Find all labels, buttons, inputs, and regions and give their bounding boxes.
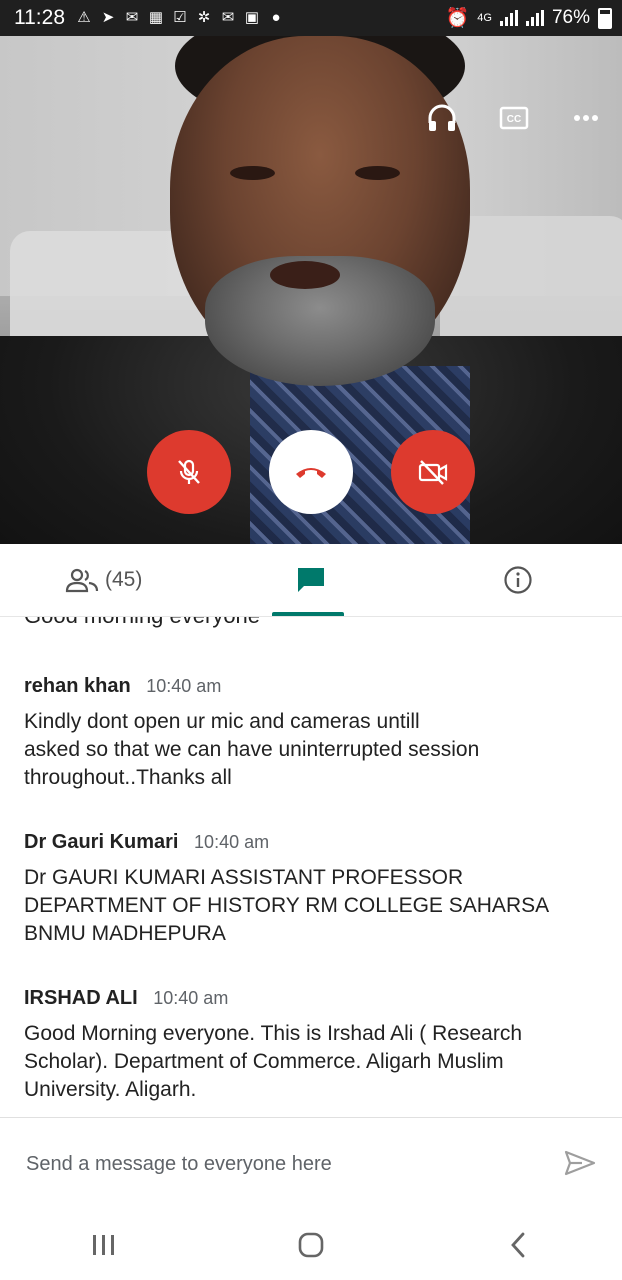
chat-message: IRSHAD ALI 10:40 am Good Morning everyon… <box>24 987 604 1104</box>
send-icon <box>564 1150 596 1176</box>
message-text: Good Morning everyone. This is Irshad Al… <box>24 1022 523 1101</box>
message-time: 10:40 am <box>153 988 229 1008</box>
headphones-icon[interactable] <box>406 98 478 138</box>
status-bar: 11:28 ⚠ ➤ ✉ ▦ ☑ ✲ ✉ ▣ ● ⏰ 4G 76% <box>0 0 622 36</box>
captions-icon[interactable]: CC <box>478 98 550 138</box>
more-icon[interactable] <box>550 98 622 138</box>
mute-mic-button[interactable] <box>147 430 231 514</box>
people-count: (45) <box>104 568 143 591</box>
chat-message: rehan khan 10:40 am Kindly dont open ur … <box>24 675 604 792</box>
chat-list[interactable]: Good morning everyone rehan khan 10:40 a… <box>0 617 622 1117</box>
message-text: Dr GAURI KUMARI ASSISTANT PROFESSOR DEPA… <box>24 866 550 945</box>
signal-icon-2 <box>525 10 544 26</box>
meeting-tabs: (45) <box>0 544 622 617</box>
message-sender: Dr Gauri Kumari <box>24 831 179 853</box>
camera-off-icon <box>418 460 448 485</box>
mail-icon: ✉ <box>221 9 235 26</box>
message-sender: IRSHAD ALI <box>24 987 138 1009</box>
tab-chat[interactable] <box>207 544 414 616</box>
svg-text:CC: CC <box>507 114 521 125</box>
alarm-icon: ⏰ <box>445 8 470 29</box>
message-text: Kindly dont open ur mic and cameras unti… <box>24 710 480 789</box>
home-button[interactable] <box>281 1220 341 1270</box>
chat-icon <box>297 568 324 592</box>
end-call-button[interactable] <box>269 430 353 514</box>
gmail-icon: ✉ <box>125 9 139 26</box>
signal-icon <box>499 10 518 26</box>
settings-icon: ✲ <box>197 9 211 26</box>
checkbox-icon: ☑ <box>173 9 187 26</box>
video-feed: CC <box>0 36 622 544</box>
tab-info[interactable] <box>415 544 622 616</box>
mic-off-icon <box>178 459 200 484</box>
battery-percent: 76% <box>551 7 590 28</box>
image-icon: ▦ <box>148 9 164 26</box>
tab-people[interactable]: (45) <box>0 544 207 616</box>
people-icon <box>65 568 99 593</box>
warning-icon: ⚠ <box>77 9 91 26</box>
battery-icon <box>598 7 612 29</box>
message-input[interactable] <box>24 1151 528 1177</box>
system-nav-bar <box>0 1210 622 1280</box>
camera-off-button[interactable] <box>391 430 475 514</box>
message-composer <box>0 1118 622 1210</box>
notification-icons: ⚠ ➤ ✉ ▦ ☑ ✲ ✉ ▣ ● <box>75 10 285 26</box>
message-sender: rehan khan <box>24 675 131 697</box>
back-button[interactable] <box>488 1220 548 1270</box>
gallery-icon: ▣ <box>244 9 260 26</box>
status-time: 11:28 <box>14 6 65 29</box>
info-icon <box>504 566 532 594</box>
previous-message-partial: Good morning everyone <box>24 617 260 629</box>
telegram-icon: ➤ <box>101 9 115 26</box>
message-time: 10:40 am <box>194 832 270 852</box>
network-type: 4G <box>477 12 492 24</box>
recent-apps-button[interactable] <box>74 1220 134 1270</box>
chat-message: Dr Gauri Kumari 10:40 am Dr GAURI KUMARI… <box>24 831 604 948</box>
recents-icon <box>92 1235 114 1255</box>
home-icon <box>298 1232 324 1258</box>
chat-icon: ● <box>271 9 281 26</box>
send-button[interactable] <box>564 1150 596 1181</box>
hang-up-icon <box>296 468 326 478</box>
message-time: 10:40 am <box>146 676 222 696</box>
back-icon <box>511 1232 525 1258</box>
